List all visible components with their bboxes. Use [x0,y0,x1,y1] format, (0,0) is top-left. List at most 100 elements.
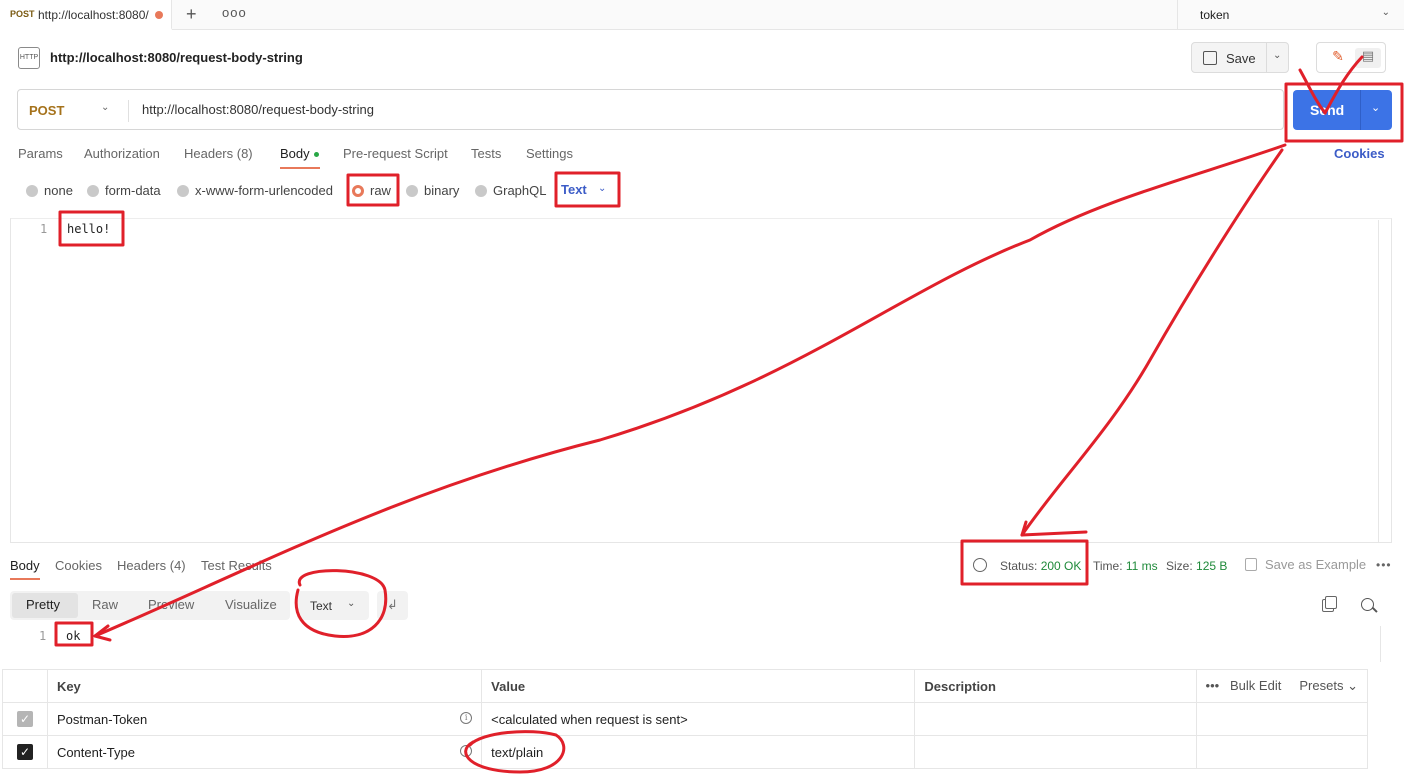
response-scrollbar[interactable] [1380,626,1381,662]
save-icon [1245,558,1257,571]
header-key: Content-Type [56,744,135,760]
more-options-icon[interactable]: ••• [1376,558,1392,572]
radio-none[interactable]: none [26,183,73,198]
tab-pre-request-script[interactable]: Pre-request Script [343,146,448,161]
description-cell[interactable] [914,702,1197,736]
view-pretty[interactable]: Pretty [26,597,60,612]
time-value: 11 ms [1125,559,1158,573]
value-cell: <calculated when request is sent> [481,702,916,736]
body-format-select[interactable]: Text [561,182,587,197]
search-icon[interactable] [1361,598,1374,611]
request-title[interactable]: http://localhost:8080/request-body-strin… [50,50,303,65]
checkbox[interactable]: ✓ [16,744,33,761]
environment-selector[interactable]: token ⌄ [1177,0,1404,30]
radio-graphql[interactable]: GraphQL [475,183,546,198]
tab-tests[interactable]: Tests [471,146,501,161]
search-icon-handle [1372,607,1378,613]
response-tab-cookies[interactable]: Cookies [55,558,102,573]
url-input[interactable]: http://localhost:8080/request-body-strin… [142,102,374,117]
chevron-down-icon[interactable]: ⌄ [101,102,109,113]
http-icon: HTTP [18,47,40,69]
pencil-icon[interactable]: ✎ [1325,48,1351,68]
save-as-example-button[interactable]: Save as Example [1265,557,1366,572]
divider [128,100,129,122]
radio-icon [406,185,418,197]
tab-authorization[interactable]: Authorization [84,146,160,161]
environment-label: token [1200,8,1230,22]
description-cell[interactable] [914,735,1197,769]
response-tab-test-results[interactable]: Test Results [201,558,272,573]
cookies-link[interactable]: Cookies [1334,146,1385,161]
response-line: ok [66,629,81,643]
chevron-down-icon[interactable]: ⌄ [598,183,606,194]
active-tab-underline [10,578,40,580]
radio-selected-icon [352,185,364,197]
response-tab-headers[interactable]: Headers (4) [117,558,186,573]
more-options-icon[interactable]: ••• [1206,678,1220,693]
documentation-icon[interactable]: ▤ [1355,48,1381,68]
value-column-header: Value [481,669,916,703]
chevron-down-icon[interactable]: ⌄ [1347,678,1358,693]
response-format-label: Text [310,599,333,613]
view-visualize[interactable]: Visualize [225,597,277,612]
more-tabs-icon[interactable]: ooo [222,5,247,20]
tab-headers[interactable]: Headers (8) [184,146,253,161]
info-icon[interactable]: i [460,711,473,724]
response-tab-body[interactable]: Body [10,558,40,573]
tab-settings[interactable]: Settings [526,146,573,161]
actions-cell [1195,735,1369,769]
status-value: 200 OK [1040,559,1082,573]
tab-body[interactable]: Body [280,146,319,161]
key-column-header: Key [46,669,483,703]
headers-table: Key Value Description ••• Bulk Edit Pres… [2,669,1369,769]
radio-icon [26,185,38,197]
table-header-row: Key Value Description ••• Bulk Edit Pres… [2,669,1369,703]
radio-raw[interactable]: raw [352,183,391,198]
editor-scrollbar[interactable] [1378,220,1392,542]
chevron-down-icon[interactable]: ⌄ [1273,50,1281,61]
method-select[interactable]: POST [29,103,64,118]
request-tab[interactable]: POST http://localhost:8080/ [0,0,172,30]
size-text: Size: 125 B [1166,559,1227,573]
save-button[interactable]: Save ⌄ [1191,42,1289,73]
key-cell: Content-Type i [46,735,483,769]
line-number: 1 [40,222,48,236]
view-mode-toggle[interactable]: ✎ ▤ [1316,42,1386,73]
radio-label: x-www-form-urlencoded [195,183,333,198]
radio-label: form-data [105,183,161,198]
size-prefix: Size: [1166,559,1197,573]
editor-line[interactable]: hello! [67,222,110,236]
copy-icon-front [1325,596,1337,609]
time-prefix: Time: [1093,559,1126,573]
new-tab-button[interactable]: + [186,4,197,25]
presets-dropdown[interactable]: Presets [1299,678,1343,693]
save-label: Save [1226,51,1256,66]
wrap-lines-icon[interactable]: ↲ [377,591,408,620]
view-preview[interactable]: Preview [148,597,194,612]
radio-icon [177,185,189,197]
url-bar: POST ⌄ http://localhost:8080/request-bod… [17,89,1284,130]
arrowhead-response [93,624,112,642]
checkbox[interactable]: ✓ [16,711,33,728]
row-checkbox-cell: ✓ [2,735,48,769]
divider [1360,90,1361,130]
send-button[interactable]: Send ⌄ [1293,90,1392,130]
globe-icon[interactable] [973,558,987,572]
radio-form-data[interactable]: form-data [87,183,161,198]
tab-params[interactable]: Params [18,146,63,161]
radio-icon [475,185,487,197]
bulk-edit-link[interactable]: Bulk Edit [1230,678,1281,693]
chevron-down-icon[interactable]: ⌄ [1371,101,1380,114]
radio-urlencoded[interactable]: x-www-form-urlencoded [177,183,333,198]
tab-body-label: Body [280,146,310,161]
info-icon[interactable]: i [460,744,473,757]
view-raw[interactable]: Raw [92,597,118,612]
actions-cell [1195,702,1369,736]
response-format-select[interactable]: Text ⌄ [297,591,369,620]
key-cell: Postman-Token i [46,702,483,736]
radio-binary[interactable]: binary [406,183,459,198]
send-label: Send [1310,102,1345,118]
tab-method: POST [10,9,35,19]
request-body-editor[interactable] [10,218,1392,543]
response-view-segment: Pretty Raw Preview Visualize [10,591,290,620]
